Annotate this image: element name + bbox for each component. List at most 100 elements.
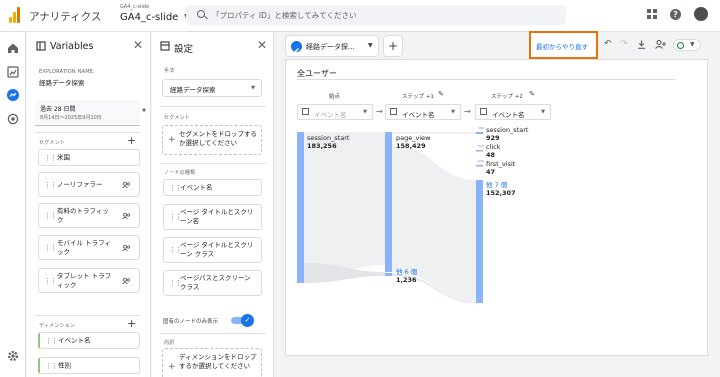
property-selector[interactable]: GA4_c-slide: [120, 12, 178, 23]
exploration-canvas: 全ユーザー 始点 ステップ +1 ✎ ステップ +2 ✎ イベント名 ▼ → イ…: [285, 59, 708, 356]
tab-path-exploration[interactable]: 経路データ探... ▼: [285, 35, 379, 57]
node-bar-first-visit[interactable]: [476, 165, 483, 167]
chevron-down-icon: ▼: [251, 85, 255, 91]
settings-gear-icon[interactable]: [7, 350, 19, 362]
share-person-add-icon[interactable]: [655, 40, 666, 49]
node-value: 1,236: [396, 276, 417, 284]
segment-comparison-label: セグメント: [164, 115, 191, 121]
download-icon[interactable]: [637, 40, 646, 49]
chevron-down-icon[interactable]: ▼: [368, 42, 373, 49]
node-type-chip[interactable]: ⋮⋮ ページ タイトルとスクリーン クラス: [163, 237, 262, 263]
add-dimension-icon[interactable]: +: [127, 317, 136, 330]
node-label-expand[interactable]: 他 7 個: [486, 181, 507, 189]
node-bar-session-start[interactable]: [297, 132, 304, 283]
node-label: first_visit: [486, 160, 516, 168]
breakdown-drop-zone[interactable]: + ディメンションをドロップするか選択してください: [162, 348, 262, 377]
left-nav-rail: [0, 32, 26, 377]
node-bar-page-view[interactable]: [385, 132, 392, 272]
dimension-chip[interactable]: ⋮⋮ イベント名: [38, 332, 140, 349]
add-icon: +: [168, 362, 176, 372]
close-icon[interactable]: ✕: [133, 38, 143, 52]
restart-button[interactable]: 最初からやり直す: [529, 31, 598, 59]
add-segment-icon[interactable]: +: [127, 134, 136, 147]
settings-title: 設定: [174, 44, 194, 55]
technique-select[interactable]: 経路データ探索 ▼: [162, 79, 262, 97]
unique-nodes-toggle[interactable]: ✓: [231, 314, 254, 327]
node-label: session_start: [486, 126, 529, 134]
users-icon: [122, 277, 131, 284]
dimension-chip[interactable]: ⋮⋮ 性別: [38, 357, 140, 374]
tune-icon: [160, 41, 170, 51]
variables-panel: Variables ✕ EXPLORATION NAME: 経路データ探索 過去…: [27, 32, 151, 377]
account-label: GA4_c-slide: [120, 4, 150, 10]
segment-chip[interactable]: ⋮⋮ 米国: [38, 149, 140, 166]
settings-panel: 設定 ✕ 手法 経路データ探索 ▼ セグメント + セグメントをドロップするか選…: [152, 32, 274, 377]
divider: [35, 315, 140, 316]
breakdown-label: 内訳: [164, 340, 175, 346]
node-label: click: [486, 143, 501, 151]
explore-icon[interactable]: [7, 89, 19, 101]
drag-handle-icon[interactable]: ⋮⋮: [44, 181, 57, 189]
segment-chip[interactable]: ⋮⋮ ノーリファラー: [38, 172, 140, 197]
node-type-chip[interactable]: ⋮⋮ ページ タイトルとスクリーン名: [163, 204, 262, 230]
search-input[interactable]: 「プロパティ ID」と検索してみてください: [186, 5, 566, 25]
chevron-down-icon: ▼: [690, 41, 695, 48]
pencil-icon: [291, 41, 302, 53]
date-range: 8月14日～2025年9月10日: [40, 115, 102, 121]
drag-handle-icon[interactable]: ⋮⋮: [44, 277, 57, 285]
date-preset: 過去 28 日間: [40, 106, 76, 113]
add-icon: +: [168, 135, 176, 145]
node-value: 929: [486, 134, 500, 142]
search-placeholder: 「プロパティ ID」と検索してみてください: [212, 11, 357, 20]
divider: [160, 106, 266, 107]
check-icon: ✓: [241, 314, 254, 327]
node-bar-click[interactable]: [476, 150, 483, 152]
node-type-chip[interactable]: ⋮⋮ ページパスとスクリーン クラス: [163, 270, 262, 296]
date-range-picker[interactable]: 過去 28 日間 8月14日～2025年9月10日 ▼: [35, 100, 146, 126]
flow-start-to-page-view[interactable]: [304, 132, 386, 280]
users-icon: [122, 244, 131, 251]
segment-chip[interactable]: ⋮⋮ タブレット トラフィック: [38, 268, 140, 293]
search-icon: [197, 10, 205, 18]
drag-handle-icon[interactable]: ⋮⋮: [44, 244, 57, 252]
apps-grid-icon[interactable]: [647, 9, 657, 19]
segment-drop-zone[interactable]: + セグメントをドロップするか選択してください: [162, 125, 262, 155]
drag-handle-icon[interactable]: ⋮⋮: [44, 212, 57, 220]
check-circle-icon: [677, 42, 684, 49]
divider: [35, 132, 140, 133]
home-icon[interactable]: [7, 42, 19, 54]
node-value: 48: [486, 151, 496, 159]
reports-icon[interactable]: [7, 66, 19, 78]
node-bar-step1-other[interactable]: [385, 273, 392, 276]
status-indicator[interactable]: ▼: [673, 39, 701, 51]
node-type-chip[interactable]: ⋮⋮ イベント名: [163, 179, 262, 196]
analytics-logo-icon[interactable]: [9, 7, 21, 23]
node-label-expand[interactable]: 他 6 個: [396, 268, 417, 276]
node-value: 47: [486, 168, 496, 176]
undo-icon[interactable]: ↶: [604, 39, 612, 49]
drag-handle-icon[interactable]: ⋮⋮: [45, 337, 58, 345]
node-bar-step2-other[interactable]: [476, 180, 483, 303]
add-tab-button[interactable]: +: [383, 35, 403, 57]
advertising-icon[interactable]: [7, 113, 19, 125]
node-value: 158,429: [396, 142, 426, 150]
exploration-name[interactable]: 経路データ探索: [39, 77, 85, 87]
analytics-app: アナリティクス GA4_c-slide GA4_c-slide ▼ 「プロパティ…: [0, 0, 720, 377]
drag-handle-icon[interactable]: ⋮⋮: [45, 362, 58, 370]
close-icon[interactable]: ✕: [257, 38, 267, 52]
redo-icon[interactable]: ↷: [620, 39, 628, 49]
segment-chip[interactable]: ⋮⋮ 有料のトラフィック: [38, 203, 140, 228]
users-icon: [122, 181, 131, 188]
node-label: page_view: [396, 134, 431, 142]
help-icon[interactable]: ?: [670, 9, 681, 20]
node-label: session_start: [307, 134, 350, 142]
drag-handle-icon[interactable]: ⋮⋮: [44, 154, 57, 162]
segment-chip[interactable]: ⋮⋮ モバイル トラフィック: [38, 235, 140, 260]
node-value: 183,256: [307, 142, 337, 150]
exploration-name-label: EXPLORATION NAME:: [39, 69, 95, 75]
segments-label: セグメント: [39, 140, 66, 146]
variables-icon: [36, 41, 46, 51]
chevron-down-icon: ▼: [142, 108, 146, 114]
node-bar-step2-session-start[interactable]: [476, 132, 483, 134]
avatar[interactable]: [694, 7, 708, 21]
